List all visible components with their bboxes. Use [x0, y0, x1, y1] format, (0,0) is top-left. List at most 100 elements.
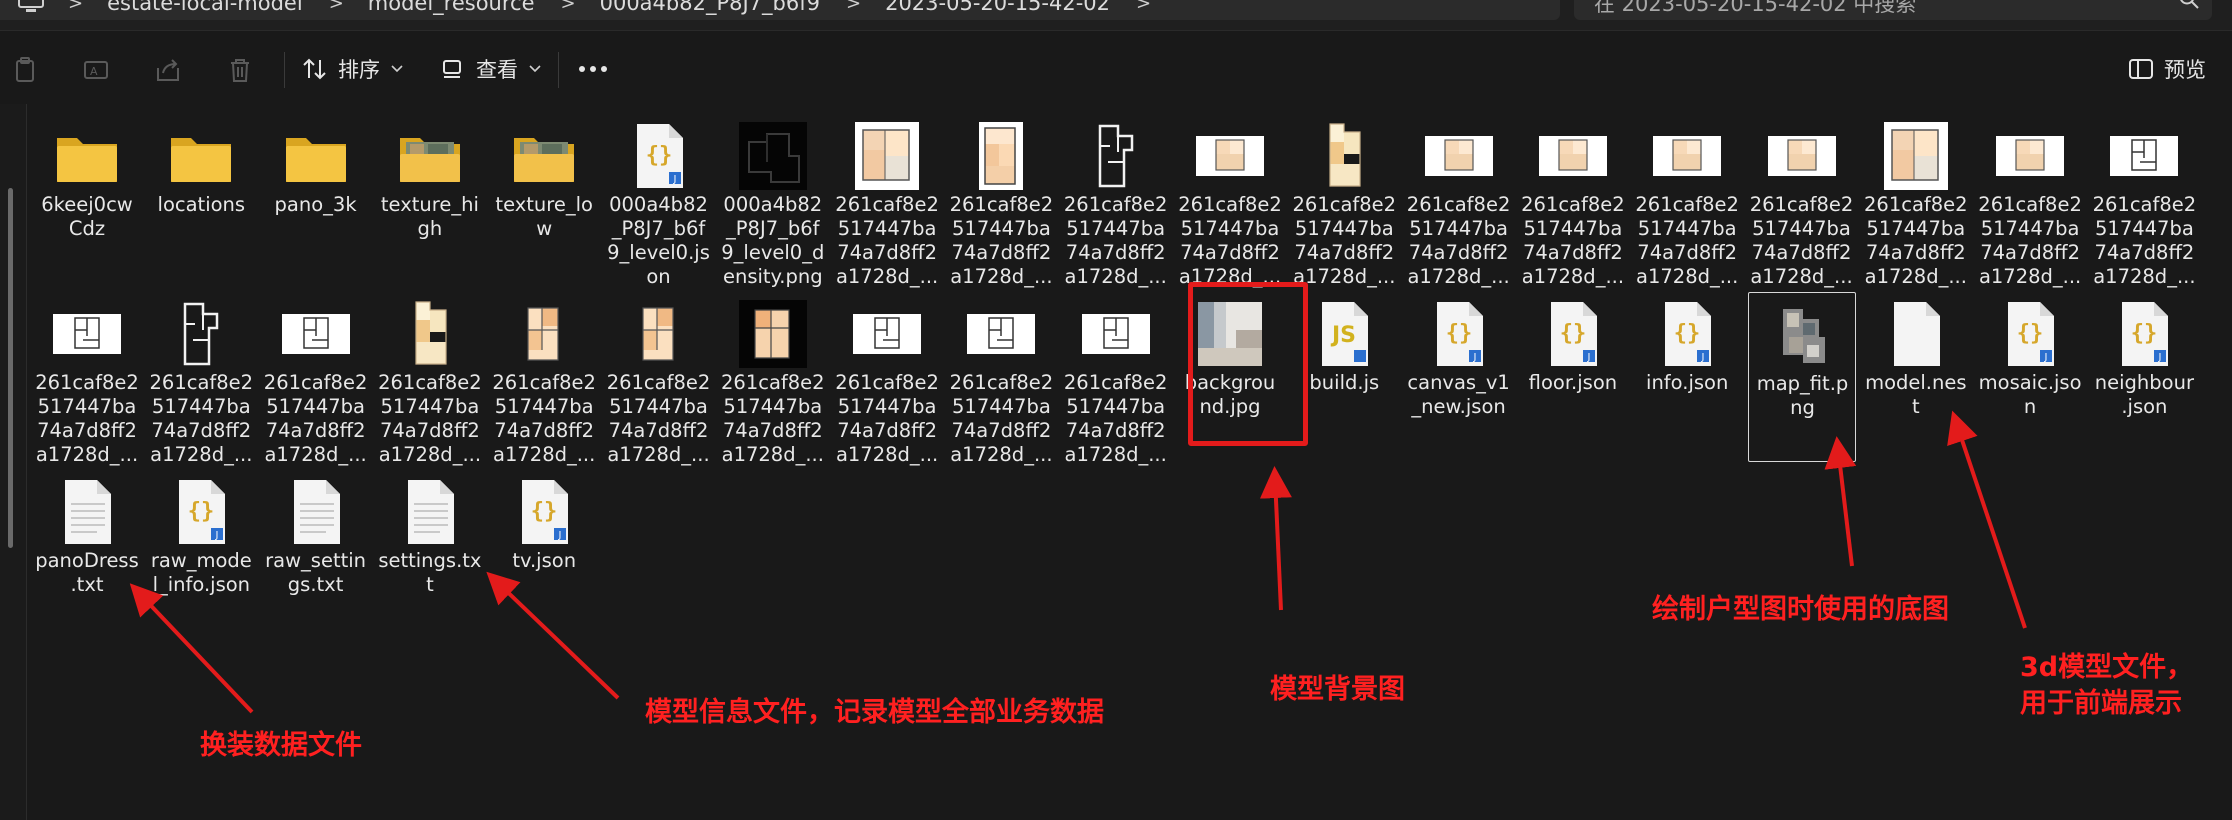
file-item[interactable]: 261caf8e2 517447ba 74a7d8ff2 a1728d_...: [833, 292, 941, 466]
file-item[interactable]: 261caf8e2 517447ba 74a7d8ff2 a1728d_...: [719, 292, 827, 466]
file-name: floor.json: [1528, 371, 1618, 394]
folder-icon: [396, 122, 464, 190]
file-name: info.json: [1646, 371, 1729, 394]
file-item[interactable]: model.nes t: [1862, 292, 1970, 462]
file-item[interactable]: {} Jmosaic.jso n: [1976, 292, 2084, 462]
image-thumbnail: [624, 300, 693, 368]
folder-icon: [282, 122, 350, 190]
search-icon[interactable]: [2178, 0, 2200, 10]
file-item[interactable]: 261caf8e2 517447ba 74a7d8ff2 a1728d_...: [33, 292, 141, 466]
breadcrumb-item[interactable]: model_resource: [368, 0, 535, 15]
json-file-icon: {} J: [2110, 300, 2178, 368]
file-item[interactable]: 000a4b82 _P8J7_b6f 9_level0_d ensity.png: [719, 114, 827, 288]
image-thumbnail: [510, 300, 579, 368]
file-item[interactable]: 261caf8e2 517447ba 74a7d8ff2 a1728d_...: [1519, 114, 1627, 288]
file-item[interactable]: 261caf8e2 517447ba 74a7d8ff2 a1728d_...: [1062, 114, 1170, 288]
chevron-right-icon[interactable]: >: [1136, 0, 1151, 14]
search-placeholder: 在 2023-05-20-15-42-02 中搜索: [1594, 0, 1917, 16]
file-item[interactable]: 261caf8e2 517447ba 74a7d8ff2 a1728d_...: [605, 292, 713, 466]
file-name: 261caf8e2 517447ba 74a7d8ff2 a1728d_...: [492, 371, 596, 466]
image-thumbnail: [53, 300, 121, 368]
file-item[interactable]: 261caf8e2 517447ba 74a7d8ff2 a1728d_...: [833, 114, 941, 288]
nav-scrollbar[interactable]: [8, 188, 13, 548]
file-item[interactable]: 261caf8e2 517447ba 74a7d8ff2 a1728d_...: [1290, 114, 1398, 288]
text-file-icon: [282, 478, 350, 546]
js-file-icon: JS: [1310, 300, 1378, 368]
file-item[interactable]: 261caf8e2 517447ba 74a7d8ff2 a1728d_...: [1862, 114, 1970, 288]
file-item[interactable]: 261caf8e2 517447ba 74a7d8ff2 a1728d_...: [1062, 292, 1170, 466]
file-item[interactable]: 261caf8e2 517447ba 74a7d8ff2 a1728d_...: [376, 292, 484, 466]
file-name: raw_settin gs.txt: [265, 549, 367, 596]
file-item[interactable]: {} Jraw_mode l_info.json: [147, 470, 255, 640]
file-name: neighbour .json: [2094, 371, 2194, 418]
image-thumbnail: [853, 122, 921, 190]
folder-item[interactable]: locations: [147, 114, 255, 284]
json-file-icon: {} J: [625, 122, 693, 190]
file-item[interactable]: {} Jinfo.json: [1633, 292, 1741, 462]
image-thumbnail: [1996, 122, 2065, 190]
breadcrumb-item[interactable]: 000a4b82_P8J7_b6f9: [600, 0, 820, 15]
share-icon[interactable]: [154, 56, 182, 84]
folder-item[interactable]: pano_3k: [262, 114, 370, 284]
folder-icon: [167, 122, 235, 190]
breadcrumb-item[interactable]: estate-local-model: [107, 0, 303, 15]
chevron-right-icon: >: [560, 0, 576, 14]
file-item[interactable]: 261caf8e2 517447ba 74a7d8ff2 a1728d_...: [1748, 114, 1856, 288]
file-item[interactable]: {} Jtv.json: [490, 470, 598, 640]
json-file-icon: {} J: [1425, 300, 1493, 368]
file-name: texture_lo w: [495, 193, 593, 240]
annotation-model-info: 模型信息文件，记录模型全部业务数据: [645, 697, 1104, 728]
file-item[interactable]: panoDress .txt: [33, 470, 141, 640]
breadcrumb[interactable]: > estate-local-model > model_resource > …: [0, 0, 1560, 20]
file-item[interactable]: 261caf8e2 517447ba 74a7d8ff2 a1728d_...: [490, 292, 598, 466]
delete-icon[interactable]: [226, 56, 254, 84]
annotation-floorplan: 绘制户型图时使用的底图: [1652, 594, 1949, 625]
search-input[interactable]: 在 2023-05-20-15-42-02 中搜索: [1574, 0, 2212, 20]
image-thumbnail: [853, 300, 922, 368]
navigation-pane: [0, 104, 27, 820]
this-pc-icon[interactable]: [16, 0, 46, 13]
file-item[interactable]: {} J 000a4b82 _P8J7_b6f 9_level0.js on: [605, 114, 713, 288]
svg-text:J: J: [1701, 352, 1705, 363]
file-item[interactable]: 261caf8e2 517447ba 74a7d8ff2 a1728d_...: [2090, 114, 2198, 288]
file-item[interactable]: {} Jneighbour .json: [2090, 292, 2198, 462]
file-item[interactable]: 261caf8e2 517447ba 74a7d8ff2 a1728d_...: [1405, 114, 1513, 288]
paste-icon[interactable]: [12, 56, 40, 84]
blank-file-icon: [1882, 300, 1950, 368]
image-thumbnail: [967, 300, 1036, 368]
file-name: 261caf8e2 517447ba 74a7d8ff2 a1728d_...: [1978, 193, 2082, 288]
folder-item[interactable]: texture_hi gh: [376, 114, 484, 284]
file-item[interactable]: 261caf8e2 517447ba 74a7d8ff2 a1728d_...: [1976, 114, 2084, 288]
file-name: 261caf8e2 517447ba 74a7d8ff2 a1728d_...: [263, 371, 368, 466]
arrow-background: [1259, 466, 1292, 611]
view-button[interactable]: 查看: [440, 50, 542, 88]
breadcrumb-item[interactable]: 2023-05-20-15-42-02: [885, 0, 1110, 15]
image-thumbnail: [1768, 301, 1837, 369]
file-name: 261caf8e2 517447ba 74a7d8ff2 a1728d_...: [606, 371, 711, 466]
file-item[interactable]: 261caf8e2 517447ba 74a7d8ff2 a1728d_...: [947, 114, 1055, 288]
preview-button[interactable]: 预览: [2128, 50, 2206, 88]
rename-icon[interactable]: A: [82, 56, 110, 84]
address-bar: > estate-local-model > model_resource > …: [0, 0, 2232, 31]
folder-item[interactable]: 6keej0cw Cdz: [33, 114, 141, 284]
sort-button[interactable]: 排序: [302, 50, 404, 88]
file-item[interactable]: map_fit.p ng: [1747, 292, 1856, 462]
file-item[interactable]: settings.tx t: [376, 470, 484, 640]
svg-text:{}: {}: [188, 499, 215, 524]
file-name: canvas_v1 _new.json: [1407, 371, 1510, 418]
folder-item[interactable]: texture_lo w: [490, 114, 598, 284]
file-item[interactable]: 261caf8e2 517447ba 74a7d8ff2 a1728d_...: [147, 292, 255, 466]
file-item[interactable]: {} Jfloor.json: [1519, 292, 1627, 462]
file-item[interactable]: 261caf8e2 517447ba 74a7d8ff2 a1728d_...: [1633, 114, 1741, 288]
view-icon: [443, 60, 461, 78]
file-name: 261caf8e2 517447ba 74a7d8ff2 a1728d_...: [2092, 193, 2197, 288]
file-item[interactable]: 261caf8e2 517447ba 74a7d8ff2 a1728d_...: [947, 292, 1055, 466]
file-item[interactable]: 261caf8e2 517447ba 74a7d8ff2 a1728d_...: [1176, 114, 1284, 288]
more-options-icon[interactable]: [578, 64, 608, 74]
file-name: 261caf8e2 517447ba 74a7d8ff2 a1728d_...: [949, 371, 1054, 466]
file-item[interactable]: raw_settin gs.txt: [262, 470, 370, 640]
svg-text:{}: {}: [645, 143, 672, 168]
file-item[interactable]: {} Jcanvas_v1 _new.json: [1405, 292, 1513, 462]
file-item[interactable]: 261caf8e2 517447ba 74a7d8ff2 a1728d_...: [262, 292, 370, 466]
json-file-icon: {} J: [510, 478, 578, 546]
